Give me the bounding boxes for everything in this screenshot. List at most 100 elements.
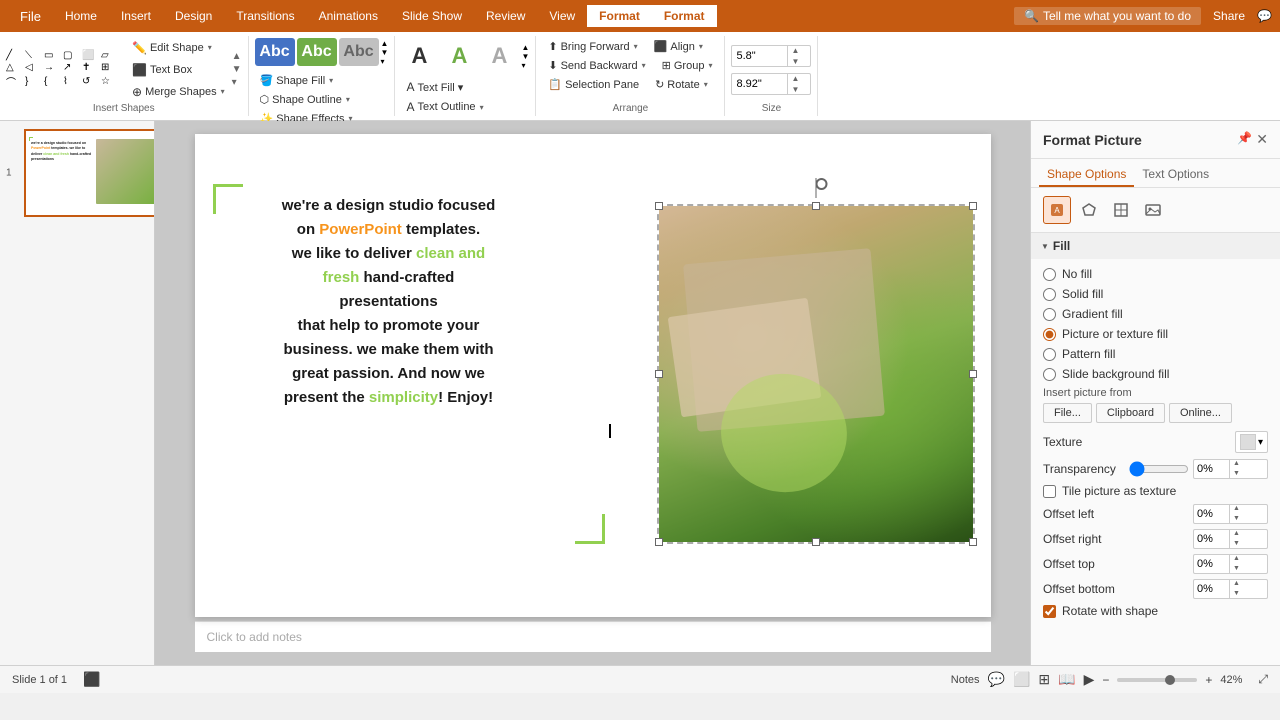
shape-round-icon[interactable]: ▢	[63, 50, 81, 61]
shape-style-btn-1[interactable]: Abc	[255, 38, 295, 66]
fit-slide-icon[interactable]: ⬛	[83, 671, 100, 688]
slide-sorter-btn[interactable]: ⊞	[1038, 671, 1050, 688]
slide-editor[interactable]: we're a design studio focused on PowerPo…	[155, 121, 1030, 665]
file-menu[interactable]: File	[8, 5, 53, 28]
shape-style-btn-3[interactable]: Abc	[339, 38, 379, 66]
send-backward-button[interactable]: ⬇ Send Backward ▾	[542, 57, 651, 74]
shape-line-icon[interactable]: ╱	[6, 50, 24, 61]
fit-window-btn[interactable]: ⤢	[1258, 672, 1268, 687]
style-expand-arrow[interactable]: ▾	[381, 57, 389, 66]
shape-round2-icon[interactable]: ⬜	[82, 50, 100, 61]
menu-design[interactable]: Design	[163, 5, 224, 27]
shape-options-icon-btn[interactable]	[1075, 196, 1103, 224]
gradient-fill-radio[interactable]	[1043, 308, 1056, 321]
menu-format1[interactable]: Format	[587, 5, 652, 27]
width-input[interactable]: 8.92"	[732, 76, 787, 92]
menu-slideshow[interactable]: Slide Show	[390, 5, 474, 27]
shape-cross-icon[interactable]: ✝	[82, 62, 100, 73]
menu-insert[interactable]: Insert	[109, 5, 163, 27]
shape-fill-button[interactable]: 🪣 Shape Fill ▾	[255, 72, 339, 89]
fill-section-header[interactable]: ▼ Fill	[1031, 233, 1280, 259]
menu-view[interactable]: View	[537, 5, 587, 27]
align-button[interactable]: ⬛ Align ▾	[648, 38, 709, 55]
shape-tri-icon[interactable]: △	[6, 62, 24, 73]
shape-curve-icon[interactable]: ⌒	[6, 74, 24, 89]
slide-text-block[interactable]: we're a design studio focused on PowerPo…	[219, 194, 559, 410]
picture-fill-radio[interactable]	[1043, 328, 1056, 341]
shape-style-btn-2[interactable]: Abc	[297, 38, 337, 66]
sel-handle-mr[interactable]	[969, 370, 977, 378]
shape-arrow-icon[interactable]: →	[44, 62, 62, 73]
wordart-btn-1[interactable]: A	[401, 38, 437, 74]
menu-format2[interactable]: Format	[652, 5, 717, 27]
height-input[interactable]: 5.8"	[732, 48, 787, 64]
file-button[interactable]: File...	[1043, 403, 1092, 423]
normal-view-btn[interactable]: ⬜	[1013, 671, 1030, 688]
picture-icon-btn[interactable]	[1139, 196, 1167, 224]
rotate-checkbox[interactable]	[1043, 605, 1056, 618]
text-fill-button[interactable]: A Text Fill ▾	[401, 78, 468, 96]
slide-image-frame[interactable]	[657, 204, 975, 544]
offset-right-down[interactable]: ▼	[1230, 539, 1243, 549]
slide-bg-fill-radio[interactable]	[1043, 368, 1056, 381]
zoom-in-btn[interactable]: +	[1205, 673, 1212, 687]
texture-picker[interactable]: ▾	[1235, 431, 1268, 453]
merge-shapes-button[interactable]: ⊕ Merge Shapes ▾	[127, 83, 230, 101]
offset-right-up[interactable]: ▲	[1230, 529, 1243, 539]
fill-effects-icon-btn[interactable]: A	[1043, 196, 1071, 224]
transparency-input[interactable]	[1194, 462, 1229, 476]
shape-rtri-icon[interactable]: ◁	[25, 62, 43, 73]
panel-pin-icon[interactable]: 📌	[1237, 131, 1252, 148]
wordart-down-arrow[interactable]: ▼	[521, 52, 529, 61]
height-up[interactable]: ▲	[788, 45, 802, 56]
offset-right-input[interactable]	[1194, 532, 1229, 546]
wordart-expand-arrow[interactable]: ▾	[521, 61, 529, 70]
clipboard-button[interactable]: Clipboard	[1096, 403, 1165, 423]
tab-text-options[interactable]: Text Options	[1134, 163, 1217, 187]
shape-spiral-icon[interactable]: ↺	[82, 76, 100, 87]
width-down[interactable]: ▼	[788, 84, 802, 95]
menu-transitions[interactable]: Transitions	[224, 5, 306, 27]
offset-top-up[interactable]: ▲	[1230, 554, 1243, 564]
pattern-fill-radio[interactable]	[1043, 348, 1056, 361]
wordart-btn-3[interactable]: A	[481, 38, 517, 74]
reading-view-btn[interactable]: 📖	[1058, 671, 1075, 688]
zoom-slider[interactable]	[1117, 678, 1197, 682]
group-button[interactable]: ⊞ Group ▾	[656, 57, 719, 74]
share-button[interactable]: Share	[1213, 9, 1245, 23]
sel-handle-bl[interactable]	[655, 538, 663, 546]
wordart-btn-2[interactable]: A	[441, 38, 477, 74]
shape-curly-icon[interactable]: ⌇	[63, 76, 81, 87]
offset-bottom-down[interactable]: ▼	[1230, 589, 1243, 599]
shape-line2-icon[interactable]: ⟍	[25, 50, 43, 61]
sel-handle-tr[interactable]	[969, 202, 977, 210]
selection-pane-button[interactable]: 📋 Selection Pane	[542, 76, 645, 93]
offset-top-down[interactable]: ▼	[1230, 564, 1243, 574]
offset-left-input[interactable]	[1194, 507, 1229, 521]
shape-scroll-expand[interactable]: ▾	[232, 77, 242, 88]
shape-misc-icon[interactable]: ☆	[101, 76, 119, 87]
notes-button[interactable]: Notes	[951, 674, 980, 686]
sel-handle-bm[interactable]	[812, 538, 820, 546]
wordart-up-arrow[interactable]: ▲	[521, 43, 529, 52]
comment-btn[interactable]: 💬	[988, 671, 1005, 688]
menu-review[interactable]: Review	[474, 5, 537, 27]
height-down[interactable]: ▼	[788, 56, 802, 67]
size-position-icon-btn[interactable]	[1107, 196, 1135, 224]
panel-close-icon[interactable]: ✕	[1256, 131, 1268, 148]
shape-brace-icon[interactable]: {	[44, 76, 62, 87]
transparency-slider[interactable]	[1129, 461, 1189, 477]
offset-left-down[interactable]: ▼	[1230, 514, 1243, 524]
slideshow-btn[interactable]: ▶	[1084, 671, 1095, 688]
zoom-level[interactable]: 42%	[1220, 674, 1250, 686]
slide-thumbnail[interactable]: we're a design studio focused on PowerPo…	[24, 129, 155, 217]
shape-chevron-icon[interactable]: ▱	[101, 50, 119, 61]
transparency-down[interactable]: ▼	[1230, 469, 1243, 479]
shape-outline-button[interactable]: ⬡ Shape Outline ▾	[255, 91, 355, 108]
comment-icon[interactable]: 💬	[1257, 9, 1272, 23]
sel-handle-br[interactable]	[969, 538, 977, 546]
shape-more-icon[interactable]: ⊞	[101, 62, 119, 73]
tab-shape-options[interactable]: Shape Options	[1039, 163, 1134, 187]
menu-animations[interactable]: Animations	[307, 5, 390, 27]
transparency-up[interactable]: ▲	[1230, 459, 1243, 469]
